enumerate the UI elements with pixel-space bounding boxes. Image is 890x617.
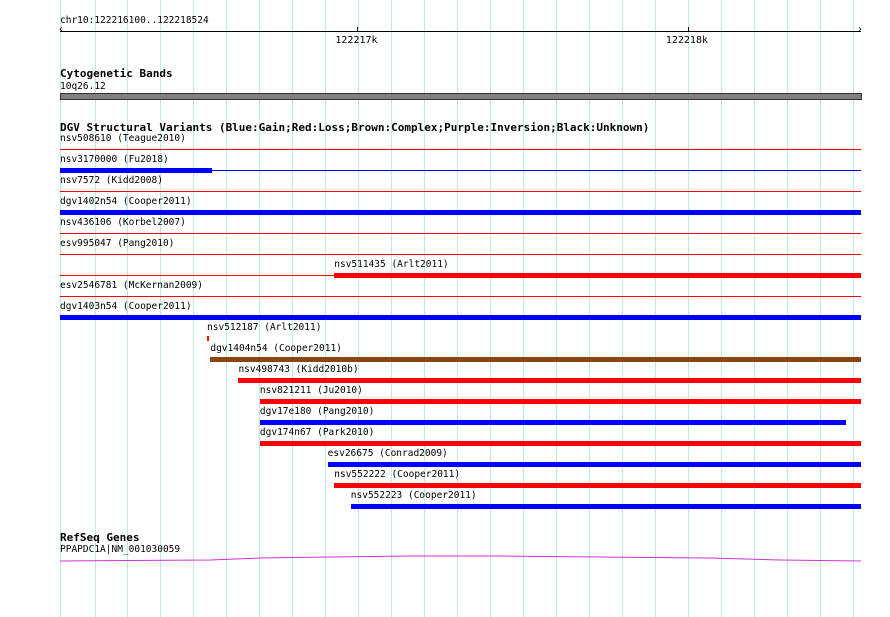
cytoband-track-title: Cytogenetic Bands bbox=[60, 67, 173, 80]
variant-bar[interactable] bbox=[238, 378, 861, 383]
variant-bar[interactable] bbox=[60, 210, 861, 215]
variant-label: nsv3170000 (Fu2018) bbox=[60, 154, 169, 165]
variant-line[interactable] bbox=[60, 149, 861, 150]
cytoband-bar[interactable] bbox=[60, 93, 862, 100]
variant-label: dgv1403n54 (Cooper2011) bbox=[60, 301, 192, 312]
dgv-track-title: DGV Structural Variants (Blue:Gain;Red:L… bbox=[60, 121, 650, 134]
left-arrow-icon[interactable]: ‹ bbox=[58, 25, 64, 35]
variant-bar[interactable] bbox=[334, 273, 861, 278]
refseq-gene-feature[interactable] bbox=[0, 550, 890, 570]
cytoband-label: 10q26.12 bbox=[60, 81, 106, 92]
variant-label: esv995047 (Pang2010) bbox=[60, 238, 175, 249]
variant-label: nsv508610 (Teague2010) bbox=[60, 133, 186, 144]
ruler-tick bbox=[357, 27, 359, 32]
ruler-line bbox=[60, 31, 861, 32]
variant-bar[interactable] bbox=[350, 504, 861, 509]
variant-line[interactable] bbox=[60, 296, 861, 297]
gene-line[interactable] bbox=[59, 555, 862, 562]
variant-line[interactable] bbox=[60, 233, 861, 234]
right-arrow-icon[interactable]: › bbox=[857, 25, 863, 35]
variant-label: nsv512187 (Arlt2011) bbox=[207, 322, 322, 333]
variant-label: nsv7572 (Kidd2008) bbox=[60, 175, 163, 186]
variant-line[interactable] bbox=[60, 254, 861, 255]
variant-line[interactable] bbox=[60, 275, 335, 276]
variant-label: nsv552222 (Cooper2011) bbox=[334, 469, 461, 480]
variant-label: nsv498743 (Kidd2010b) bbox=[238, 364, 359, 375]
variant-bar[interactable] bbox=[207, 336, 210, 341]
variant-bar[interactable] bbox=[60, 168, 212, 173]
variant-bar[interactable] bbox=[259, 420, 847, 425]
variant-bar[interactable] bbox=[259, 399, 861, 404]
variant-line[interactable] bbox=[212, 170, 861, 171]
variant-bar[interactable] bbox=[334, 483, 861, 488]
variant-label: esv26675 (Conrad2009) bbox=[327, 448, 448, 459]
refseq-track-title: RefSeq Genes bbox=[60, 531, 140, 544]
variant-label: esv2546781 (McKernan2009) bbox=[60, 280, 203, 291]
variant-label: dgv1404n54 (Cooper2011) bbox=[210, 343, 342, 354]
variant-label: nsv436106 (Korbel2007) bbox=[60, 217, 186, 228]
variant-bar[interactable] bbox=[60, 315, 861, 320]
variant-bar[interactable] bbox=[259, 441, 861, 446]
variant-bar[interactable] bbox=[327, 462, 861, 467]
ruler-tick-label: 122217k bbox=[335, 35, 378, 46]
ruler-tick bbox=[687, 27, 689, 32]
region-label: chr10:122216100..122218524 bbox=[60, 15, 209, 26]
variant-bar[interactable] bbox=[210, 357, 861, 362]
variant-line[interactable] bbox=[60, 191, 861, 192]
variant-label: dgv174n67 (Park2010) bbox=[259, 427, 375, 438]
variant-label: nsv511435 (Arlt2011) bbox=[334, 259, 449, 270]
variant-label: dgv17e180 (Pang2010) bbox=[259, 406, 375, 417]
variant-label: nsv821211 (Ju2010) bbox=[259, 385, 363, 396]
variant-label: nsv552223 (Cooper2011) bbox=[350, 490, 477, 501]
ruler-tick-label: 122218k bbox=[665, 35, 708, 46]
genome-browser-canvas: chr10:122216100..122218524 ‹ › 122217k 1222… bbox=[0, 0, 890, 617]
variant-label: dgv1402n54 (Cooper2011) bbox=[60, 196, 192, 207]
